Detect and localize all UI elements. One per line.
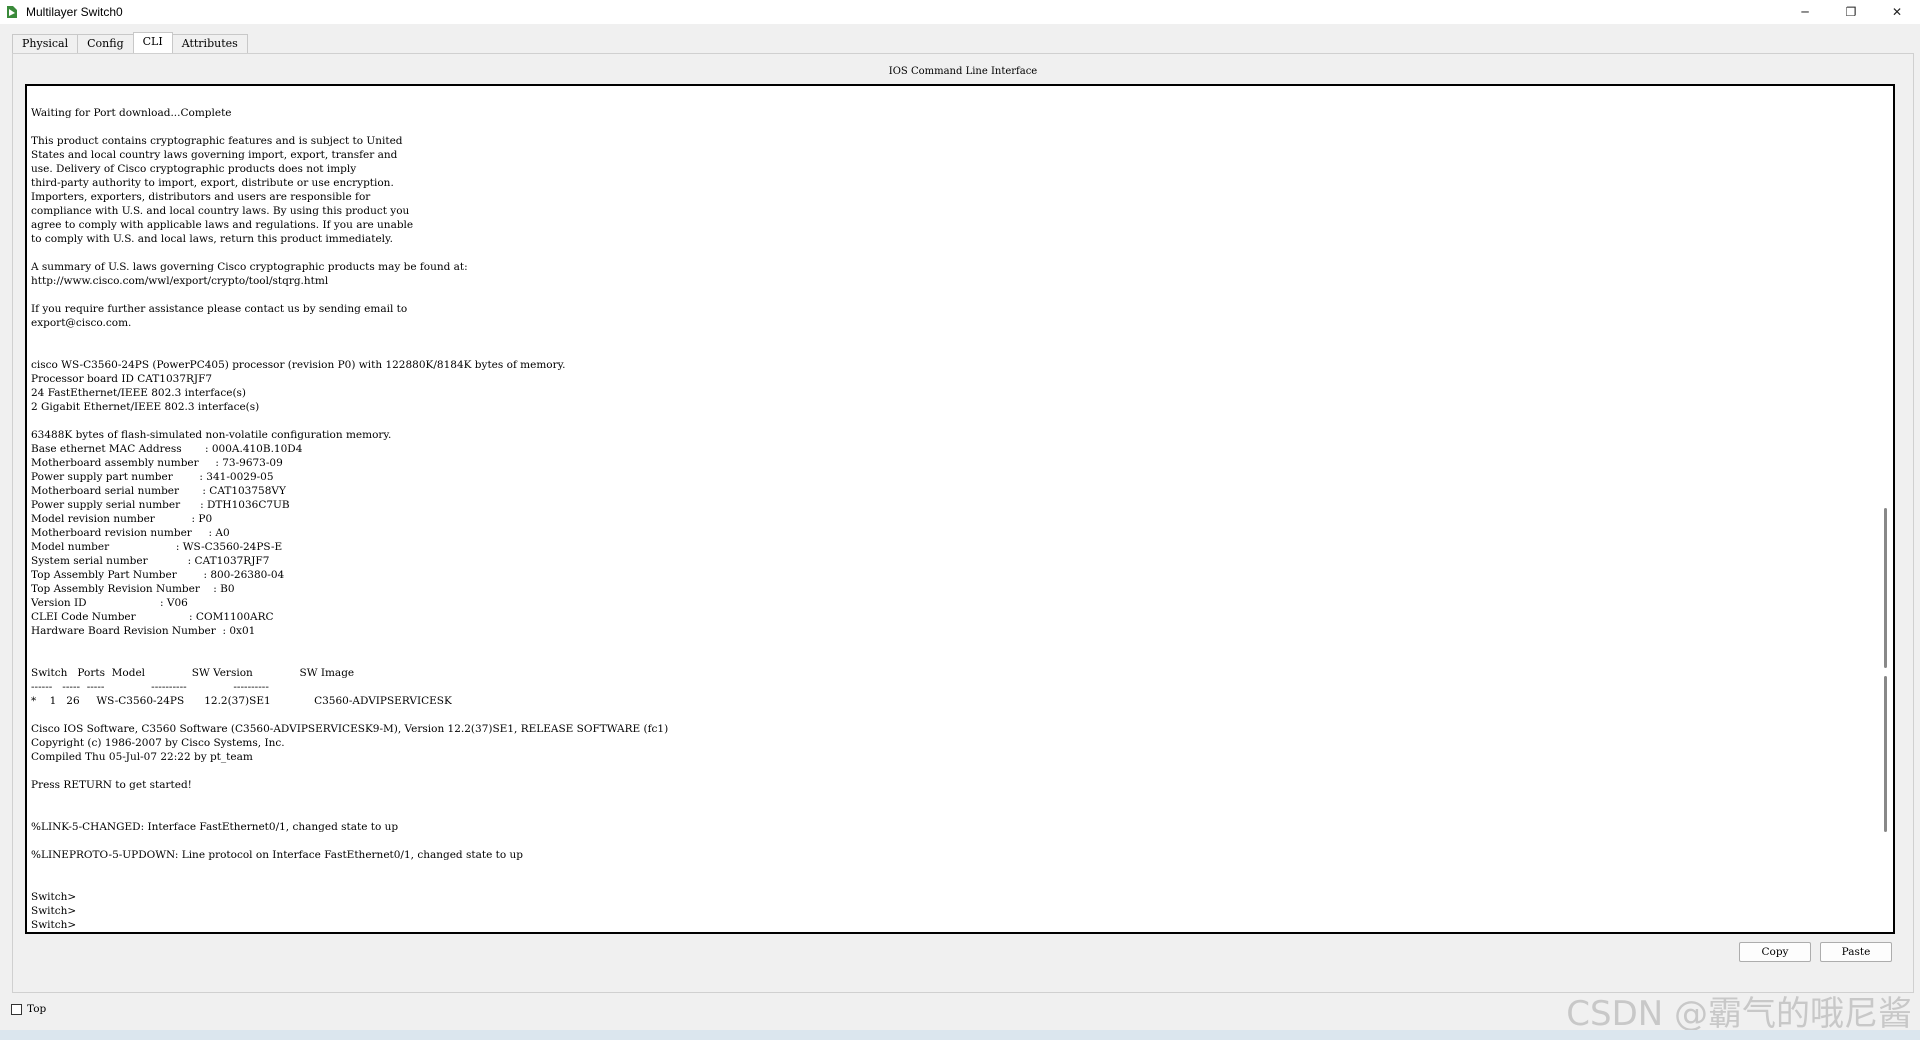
window-controls: ─ ❐ ✕ xyxy=(1782,0,1920,24)
tab-attributes[interactable]: Attributes xyxy=(171,34,248,54)
window-title: Multilayer Switch0 xyxy=(26,5,123,19)
close-icon: ✕ xyxy=(1891,5,1903,19)
scrollbar-thumb-lower[interactable] xyxy=(1884,676,1887,832)
terminal-output: · · Waiting for Port download...Complete… xyxy=(31,84,669,931)
tab-physical[interactable]: Physical xyxy=(12,34,79,54)
top-option[interactable]: Top xyxy=(11,1003,46,1015)
top-checkbox[interactable] xyxy=(11,1003,22,1015)
scrollbar-thumb-upper[interactable] xyxy=(1884,508,1887,668)
top-label: Top xyxy=(27,1003,47,1015)
restore-button[interactable]: ❐ xyxy=(1828,0,1874,24)
tab-config[interactable]: Config xyxy=(77,34,134,54)
paste-button[interactable]: Paste xyxy=(1820,942,1892,962)
cli-terminal[interactable]: · · Waiting for Port download...Complete… xyxy=(25,84,1895,934)
cli-header: IOS Command Line Interface xyxy=(888,66,1038,77)
title-bar[interactable]: Multilayer Switch0 ─ ❐ ✕ xyxy=(0,0,1920,24)
tab-bar: Physical Config CLI Attributes xyxy=(12,32,248,54)
close-button[interactable]: ✕ xyxy=(1874,0,1920,24)
copy-button[interactable]: Copy xyxy=(1739,942,1811,962)
switch-app-icon xyxy=(7,6,17,18)
restore-icon: ❐ xyxy=(1845,5,1857,19)
bottom-strip xyxy=(0,1030,1920,1040)
cli-panel: IOS Command Line Interface · · Waiting f… xyxy=(12,53,1914,993)
minimize-icon: ─ xyxy=(1801,5,1809,19)
multilayer-switch-window: Multilayer Switch0 ─ ❐ ✕ Physical Config… xyxy=(0,0,1920,1040)
terminal-scrollbar[interactable] xyxy=(1881,88,1891,930)
tab-cli[interactable]: CLI xyxy=(132,32,173,54)
watermark-text: CSDN @霸气的哦尼酱 xyxy=(1566,994,1912,1034)
minimize-button[interactable]: ─ xyxy=(1782,0,1828,24)
